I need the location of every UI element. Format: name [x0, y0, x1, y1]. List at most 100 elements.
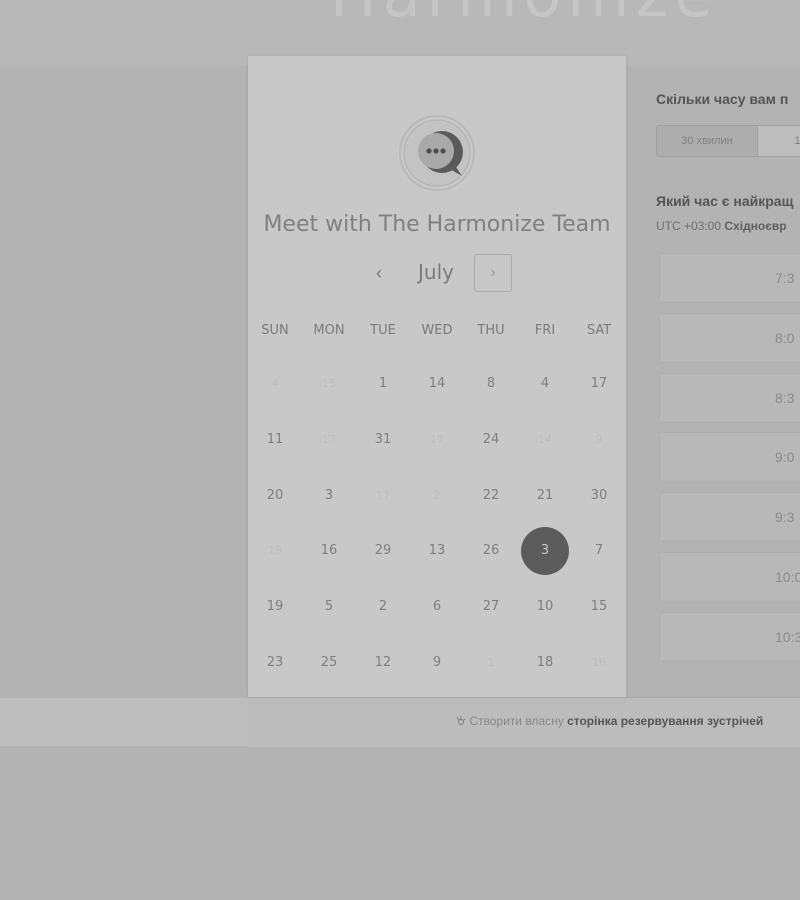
calendar-day[interactable]: 16 [302, 523, 356, 579]
chat-bubble-icon [398, 114, 476, 192]
month-navigation: ‹ July › [248, 254, 626, 294]
company-logo-text: Harmonize [330, 0, 719, 31]
calendar-day[interactable]: 20 [248, 467, 302, 523]
time-slot-label: 10:0 [775, 568, 800, 585]
timezone-selector[interactable]: UTC +03:00 Східноєвр [656, 219, 787, 233]
calendar-day: 1 [464, 634, 518, 690]
time-slot-button[interactable]: 9:3 [659, 492, 800, 543]
calendar-day[interactable]: 9 [410, 634, 464, 690]
calendar-grid: SUN MON TUE WED THU FRI SAT 4 15 1 14 8 4 17 11 17 31 17 2… [248, 304, 626, 690]
calendar-day[interactable]: 11 [248, 412, 302, 468]
calendar-day: 17 [356, 467, 410, 523]
calendar-day-number: 1 [487, 655, 495, 669]
calendar-day-number: 4 [540, 376, 550, 392]
calendar-day-number: 26 [482, 543, 500, 559]
calendar-day-number: 2 [378, 599, 388, 615]
calendar-day[interactable]: 12 [356, 634, 410, 690]
calendar-day[interactable]: 31 [356, 412, 410, 468]
calendar-day-number: 6 [432, 599, 442, 615]
calendar-day-number: 5 [324, 599, 334, 615]
time-slot-button[interactable]: 10:3 [659, 611, 800, 662]
calendar-day-selected[interactable]: 3 [518, 523, 572, 579]
calendar-day-number: 1 [378, 376, 388, 392]
calendar-day-number: 18 [268, 544, 282, 558]
calendar-day-number: 9 [595, 433, 603, 447]
calendar-day: 2 [410, 467, 464, 523]
footer-link-line[interactable]: Створити власну сторінка резервування зу… [454, 714, 763, 728]
calendar-day-number: 19 [266, 599, 284, 615]
timezone-name: Східноєвр [724, 219, 787, 233]
calendar-day[interactable]: 3 [302, 467, 356, 523]
calendar-day-number: 12 [374, 654, 392, 670]
calendar-day: 14 [518, 412, 572, 468]
time-slot-button[interactable]: 7:3 [659, 253, 800, 303]
calendar-day-number: 16 [320, 543, 338, 559]
weekday-header: TUE [370, 322, 396, 338]
timezone-offset: UTC +03:00 [656, 219, 722, 233]
calendar-day-number: 3 [324, 487, 334, 503]
time-slot-button[interactable]: 9:0 [659, 432, 800, 483]
calendar-day[interactable]: 6 [410, 579, 464, 635]
calendar-panel: Meet with The Harmonize Team ‹ July › SU… [248, 56, 626, 697]
calendar-day[interactable]: 27 [464, 579, 518, 635]
weekday-header: SAT [586, 322, 612, 338]
calendar-day: 9 [572, 412, 626, 468]
calendar-day: 15 [302, 356, 356, 412]
calendar-day[interactable]: 25 [302, 634, 356, 690]
calendar-day-number: 16 [592, 655, 606, 669]
calendar-day-number: 23 [266, 654, 284, 670]
footer-link[interactable]: сторінка резервування зустрічей [567, 714, 763, 728]
calendar-day[interactable]: 13 [410, 523, 464, 579]
calendar-day-number: 7 [594, 543, 604, 559]
calendar-day-number: 17 [376, 488, 390, 502]
duration-option-30[interactable]: 30 хвилин [656, 125, 758, 157]
time-slot-label: 8:0 [775, 329, 795, 346]
duration-option-1[interactable]: 1 [758, 125, 800, 157]
time-question: Який час є найкращ [656, 193, 794, 209]
calendar-day-number: 29 [374, 543, 392, 559]
chevron-left-icon[interactable]: ‹ [366, 260, 392, 286]
weekday-header: MON [313, 322, 345, 338]
calendar-day-number: 2 [433, 488, 441, 502]
calendar-day[interactable]: 1 [356, 356, 410, 412]
calendar-day[interactable]: 4 [518, 356, 572, 412]
calendar-day-number: 15 [590, 599, 608, 615]
calendar-day: 16 [572, 634, 626, 690]
page-footer-band [0, 698, 250, 746]
chevron-right-icon[interactable]: › [474, 254, 512, 292]
calendar-day[interactable]: 21 [518, 467, 572, 523]
time-slot-label: 8:3 [775, 389, 795, 406]
calendar-day[interactable]: 19 [248, 579, 302, 635]
calendar-day[interactable]: 2 [356, 579, 410, 635]
calendar-day-number: 30 [590, 487, 608, 503]
calendar-day[interactable]: 10 [518, 579, 572, 635]
calendar-day[interactable]: 18 [518, 634, 572, 690]
calendar-day[interactable]: 30 [572, 467, 626, 523]
footer-prefix: Створити власну [469, 714, 564, 728]
calendar-day-number: 3 [521, 526, 569, 575]
calendar-day-number: 22 [482, 487, 500, 503]
calendar-day[interactable]: 15 [572, 579, 626, 635]
calendar-day-number: 31 [374, 432, 392, 448]
weekday-header: SUN [261, 322, 289, 338]
calendar-day-number: 8 [486, 376, 496, 392]
calendar-day-number: 21 [536, 487, 554, 503]
calendar-day[interactable]: 14 [410, 356, 464, 412]
time-slot-list: 7:3 8:0 8:3 9:0 9:3 10:0 10:3 [659, 253, 800, 672]
calendar-day[interactable]: 8 [464, 356, 518, 412]
time-slot-button[interactable]: 8:3 [659, 372, 800, 423]
calendar-day[interactable]: 5 [302, 579, 356, 635]
time-slot-label: 9:3 [775, 509, 795, 526]
calendar-day[interactable]: 24 [464, 412, 518, 468]
calendar-day[interactable]: 17 [572, 356, 626, 412]
calendar-day[interactable]: 23 [248, 634, 302, 690]
calendar-day[interactable]: 26 [464, 523, 518, 579]
calendar-day-number: 9 [432, 654, 442, 670]
time-slot-button[interactable]: 8:0 [659, 312, 800, 363]
time-slot-button[interactable]: 10:0 [659, 551, 800, 602]
calendar-day-number: 11 [266, 432, 284, 448]
calendar-day[interactable]: 29 [356, 523, 410, 579]
calendar-day[interactable]: 7 [572, 523, 626, 579]
time-slot-label: 9:0 [775, 449, 795, 466]
calendar-day[interactable]: 22 [464, 467, 518, 523]
